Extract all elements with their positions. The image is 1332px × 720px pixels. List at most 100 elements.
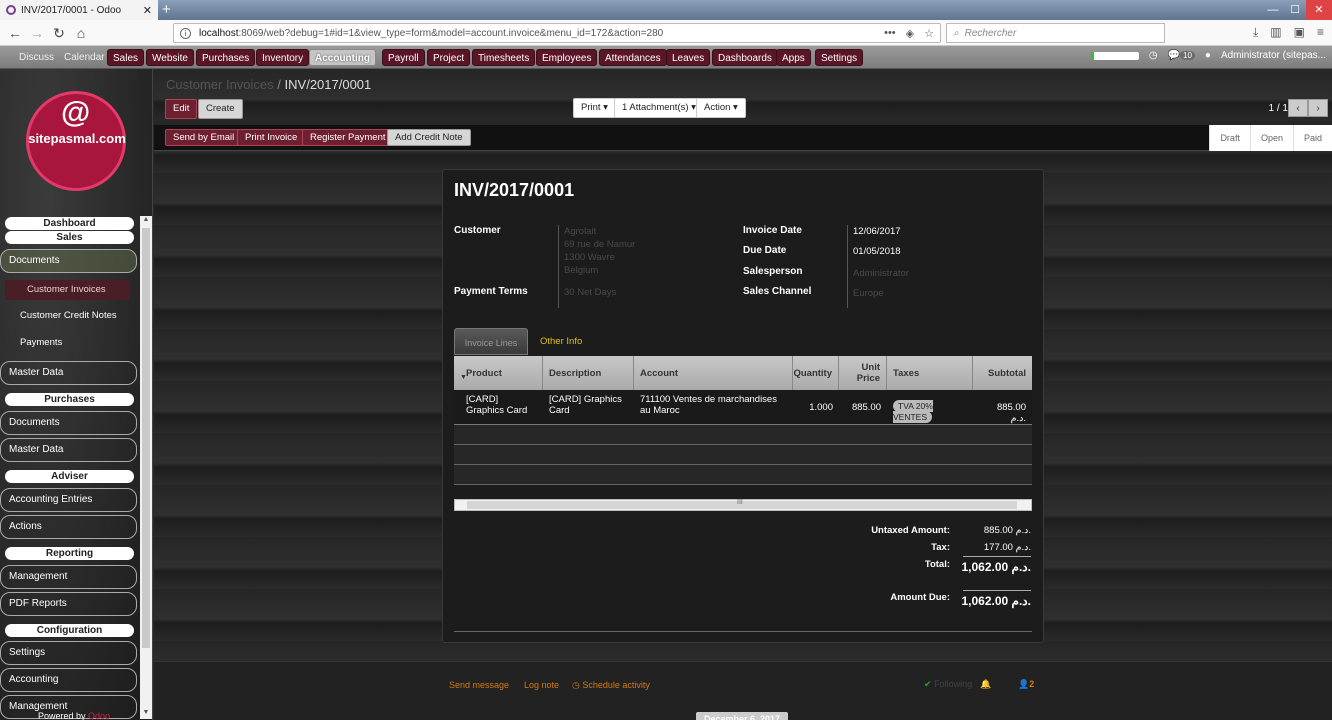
library-icon[interactable]: ▥ (1270, 25, 1281, 40)
tab-other-info[interactable]: Other Info (528, 328, 594, 355)
action-dropdown[interactable]: Action ▾ (696, 98, 746, 118)
breadcrumb-parent[interactable]: Customer Invoices (166, 77, 274, 92)
sidebar-item-accounting[interactable]: Accounting (0, 668, 137, 692)
page-actions-icon[interactable]: ••• (884, 27, 896, 40)
col-taxes[interactable]: Taxes (887, 356, 973, 390)
menu-apps[interactable]: Apps (776, 49, 811, 66)
attachments-dropdown[interactable]: 1 Attachment(s) ▾ (614, 98, 704, 118)
menu-calendar[interactable]: Calendar (59, 49, 110, 66)
sidebar-item-dashboard[interactable]: Dashboard (5, 217, 134, 230)
menu-employees[interactable]: Employees (536, 49, 598, 66)
pager-value[interactable]: 1 / 1 (1269, 103, 1288, 114)
odoo-link[interactable]: Odoo (88, 711, 110, 720)
col-description[interactable]: Description (543, 356, 634, 390)
state-paid[interactable]: Paid (1292, 125, 1332, 151)
menu-sales[interactable]: Sales (107, 49, 145, 66)
user-menu[interactable]: Administrator (sitepas... (1221, 50, 1326, 61)
new-tab-icon[interactable]: + (162, 1, 171, 18)
sidebar-scroll-thumb[interactable] (142, 228, 150, 648)
menu-attendances[interactable]: Attendances (599, 49, 667, 66)
menu-icon[interactable]: ≡ (1317, 25, 1324, 40)
info-icon[interactable]: i (180, 27, 191, 39)
sidebar-item-master-data[interactable]: Master Data (0, 361, 137, 385)
messages-icon[interactable]: 💬 10 (1168, 50, 1195, 61)
print-invoice-button[interactable]: Print Invoice (237, 129, 306, 146)
window-close-icon[interactable]: ✕ (1306, 0, 1332, 20)
add-credit-note-button[interactable]: Add Credit Note (387, 129, 471, 146)
home-icon[interactable]: ⌂ (72, 24, 90, 42)
sidebar-item-pdf-reports[interactable]: PDF Reports (0, 592, 137, 616)
maximize-icon[interactable]: ☐ (1284, 0, 1306, 20)
sidebar-item-settings[interactable]: Settings (0, 641, 137, 665)
table-horizontal-scrollbar[interactable]: III (454, 499, 1032, 511)
sidebar-toggle-icon[interactable]: ▣ (1294, 25, 1305, 40)
minimize-icon[interactable]: — (1262, 0, 1284, 20)
schedule-activity-link[interactable]: ◷ Schedule activity (572, 680, 650, 691)
col-unit-price[interactable]: Unit Price (839, 356, 887, 390)
sidebar-item-customer-credit-notes[interactable]: Customer Credit Notes (20, 310, 117, 321)
menu-accounting[interactable]: Accounting (309, 49, 376, 66)
scroll-up-icon[interactable]: ▲ (140, 216, 152, 226)
menu-timesheets[interactable]: Timesheets (472, 49, 536, 66)
sidebar-scrollbar[interactable]: ▲ ▼ (140, 216, 152, 719)
menu-project[interactable]: Project (427, 49, 471, 66)
browser-tab[interactable]: INV/2017/0001 - Odoo ✕ (0, 0, 158, 20)
menu-payroll[interactable]: Payroll (382, 49, 425, 66)
sidebar-item-accounting-entries[interactable]: Accounting Entries (0, 488, 137, 512)
follow-button[interactable]: ✔ Following (924, 679, 972, 690)
reload-icon[interactable]: ↻ (50, 24, 68, 42)
pager-previous-icon[interactable]: ‹ (1288, 99, 1308, 117)
menu-dashboards[interactable]: Dashboards (712, 49, 778, 66)
download-icon[interactable]: ⤓ (1253, 25, 1258, 40)
bookmark-star-icon[interactable]: ☆ (924, 27, 934, 40)
salesperson-value[interactable]: Administrator (853, 268, 909, 279)
sidebar-item-documents[interactable]: Documents (0, 249, 137, 273)
sidebar-item-management[interactable]: Management (0, 565, 137, 589)
col-quantity[interactable]: Quantity (793, 356, 839, 390)
col-subtotal[interactable]: Subtotal (973, 356, 1032, 390)
menu-inventory[interactable]: Inventory (256, 49, 310, 66)
menu-settings[interactable]: Settings (815, 49, 864, 66)
sidebar-item-purchase-documents[interactable]: Documents (0, 411, 137, 435)
sidebar-item-payments[interactable]: Payments (20, 337, 62, 348)
browser-search-input[interactable]: ⌕ Rechercher (946, 23, 1165, 43)
forward-icon[interactable]: → (28, 24, 46, 42)
sidebar-item-customer-invoices[interactable]: Customer Invoices (5, 280, 130, 300)
sidebar-item-purchase-master-data[interactable]: Master Data (0, 438, 137, 462)
tab-invoice-lines[interactable]: Invoice Lines (454, 328, 528, 355)
send-message-link[interactable]: Send message (449, 680, 509, 690)
col-product[interactable]: Product (454, 356, 543, 390)
cell-quantity: 1.000 (809, 402, 833, 413)
followers-button[interactable]: 👤2 (1018, 679, 1034, 690)
table-row[interactable]: [CARD] Graphics Card [CARD] Graphics Car… (454, 390, 1032, 425)
activity-icon[interactable]: ◷ (1149, 50, 1158, 61)
close-tab-icon[interactable]: ✕ (143, 4, 152, 17)
scroll-down-icon[interactable]: ▼ (140, 709, 152, 719)
menu-purchases[interactable]: Purchases (196, 49, 256, 66)
sidebar-section-reporting: Reporting (5, 547, 134, 560)
breadcrumb-current: INV/2017/0001 (284, 77, 372, 92)
menu-leaves[interactable]: Leaves (666, 49, 711, 66)
customer-name[interactable]: Agrolait (564, 226, 596, 237)
print-dropdown[interactable]: Print ▾ (573, 98, 616, 118)
back-icon[interactable]: ← (6, 24, 24, 42)
menu-website[interactable]: Website (146, 49, 194, 66)
invoice-date-value: 12/06/2017 (853, 226, 901, 237)
bell-icon[interactable]: 🔔 (980, 679, 991, 690)
col-account[interactable]: Account (634, 356, 793, 390)
send-by-email-button[interactable]: Send by Email (165, 129, 243, 146)
edit-button[interactable]: Edit (165, 99, 198, 119)
create-button[interactable]: Create (198, 99, 243, 119)
log-note-link[interactable]: Log note (524, 680, 559, 690)
pager-next-icon[interactable]: › (1308, 99, 1328, 117)
register-payment-button[interactable]: Register Payment (302, 129, 394, 146)
state-draft[interactable]: Draft (1209, 125, 1250, 151)
sales-channel-value[interactable]: Europe (853, 288, 884, 299)
menu-discuss[interactable]: Discuss (14, 49, 59, 66)
pocket-icon[interactable]: ◈ (906, 27, 914, 40)
sidebar-item-actions[interactable]: Actions (0, 515, 137, 539)
url-bar[interactable]: i localhost :8069/web?debug=1#id=1&view_… (173, 23, 941, 43)
col-taxes-label: Taxes (893, 367, 920, 379)
state-open[interactable]: Open (1249, 125, 1293, 151)
user-avatar[interactable]: ● (1205, 50, 1211, 61)
